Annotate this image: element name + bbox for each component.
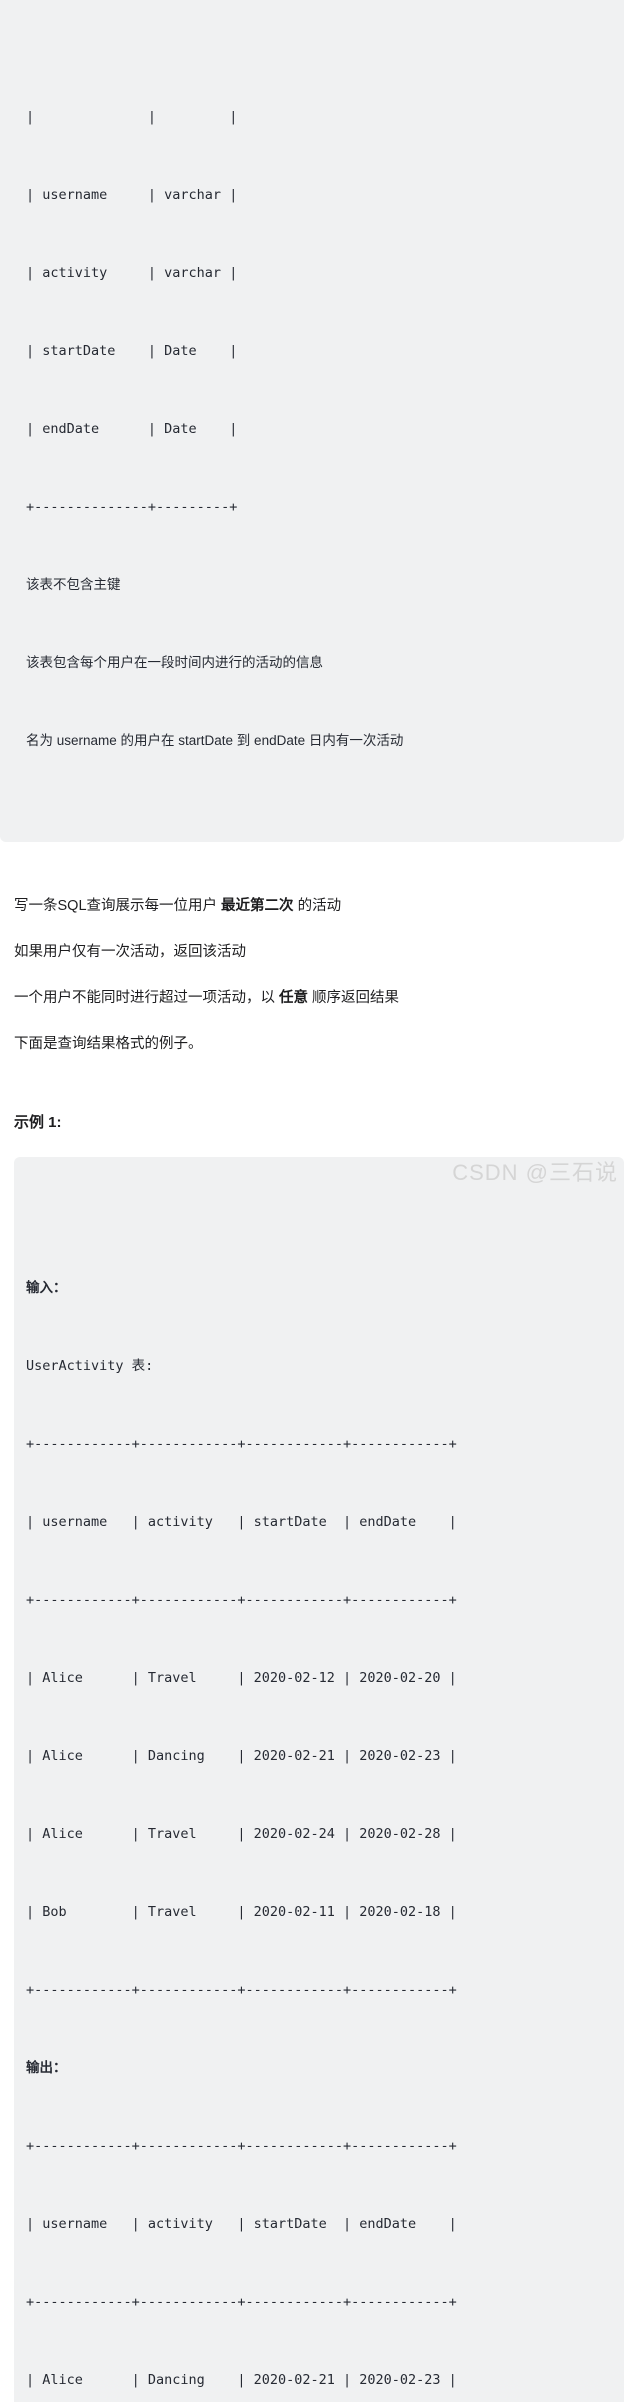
- problem-description: 写一条SQL查询展示每一位用户 最近第二次 的活动 如果用户仅有一次活动，返回该…: [0, 896, 624, 1055]
- schema-line: | startDate | Date |: [26, 343, 238, 359]
- input-table-line: +------------+------------+------------+…: [26, 1982, 457, 1998]
- input-table-line: | username | activity | startDate | endD…: [26, 1514, 457, 1530]
- schema-line: | endDate | Date |: [26, 421, 238, 437]
- input-label: 输入：: [26, 1280, 67, 1295]
- input-table-line: | Alice | Dancing | 2020-02-21 | 2020-02…: [26, 1748, 457, 1764]
- description-paragraph-2: 如果用户仅有一次活动，返回该活动: [14, 944, 246, 960]
- description-paragraph-3: 一个用户不能同时进行超过一项活动，以 任意 顺序返回结果: [14, 988, 610, 1009]
- description-paragraph-1: 写一条SQL查询展示每一位用户 最近第二次 的活动: [14, 896, 610, 917]
- desc-emphasis: 任意: [279, 990, 309, 1006]
- schema-code-block: | | | | username | varchar | | activity …: [0, 0, 624, 842]
- schema-note: 名为 username 的用户在 startDate 到 endDate 日内有…: [26, 733, 404, 748]
- input-table-line: | Bob | Travel | 2020-02-11 | 2020-02-18…: [26, 1904, 457, 1920]
- input-table-line: +------------+------------+------------+…: [26, 1436, 457, 1452]
- desc-text: 顺序返回结果: [308, 990, 400, 1006]
- schema-note: 该表不包含主键: [26, 577, 121, 592]
- description-paragraph-4: 下面是查询结果格式的例子。: [14, 1036, 203, 1052]
- input-table-line: | Alice | Travel | 2020-02-24 | 2020-02-…: [26, 1826, 457, 1842]
- desc-text: 的活动: [293, 898, 342, 914]
- desc-text: 一个用户不能同时进行超过一项活动，以: [14, 990, 280, 1006]
- output-table-line: +------------+------------+------------+…: [26, 2138, 457, 2154]
- example-code-block: 输入： UserActivity 表: +------------+------…: [14, 1157, 624, 2402]
- input-table-line: | Alice | Travel | 2020-02-12 | 2020-02-…: [26, 1670, 457, 1686]
- output-table-line: | Alice | Dancing | 2020-02-21 | 2020-02…: [26, 2372, 457, 2388]
- example-heading: 示例 1:: [14, 1114, 62, 1131]
- desc-text: 写一条SQL查询展示每一位用户: [14, 898, 222, 914]
- output-table-line: +------------+------------+------------+…: [26, 2294, 457, 2310]
- example-heading-wrap: 示例 1:: [0, 1111, 624, 1132]
- input-table-name: UserActivity 表:: [26, 1358, 154, 1374]
- input-table-line: +------------+------------+------------+…: [26, 1592, 457, 1608]
- output-label: 输出：: [26, 2060, 67, 2075]
- schema-line: | username | varchar |: [26, 187, 238, 203]
- schema-line: | activity | varchar |: [26, 265, 238, 281]
- schema-line: | | |: [26, 109, 238, 125]
- schema-line: +--------------+---------+: [26, 499, 238, 515]
- desc-emphasis: 最近第二次: [221, 898, 294, 914]
- schema-note: 该表包含每个用户在一段时间内进行的活动的信息: [26, 655, 323, 670]
- output-table-line: | username | activity | startDate | endD…: [26, 2216, 457, 2232]
